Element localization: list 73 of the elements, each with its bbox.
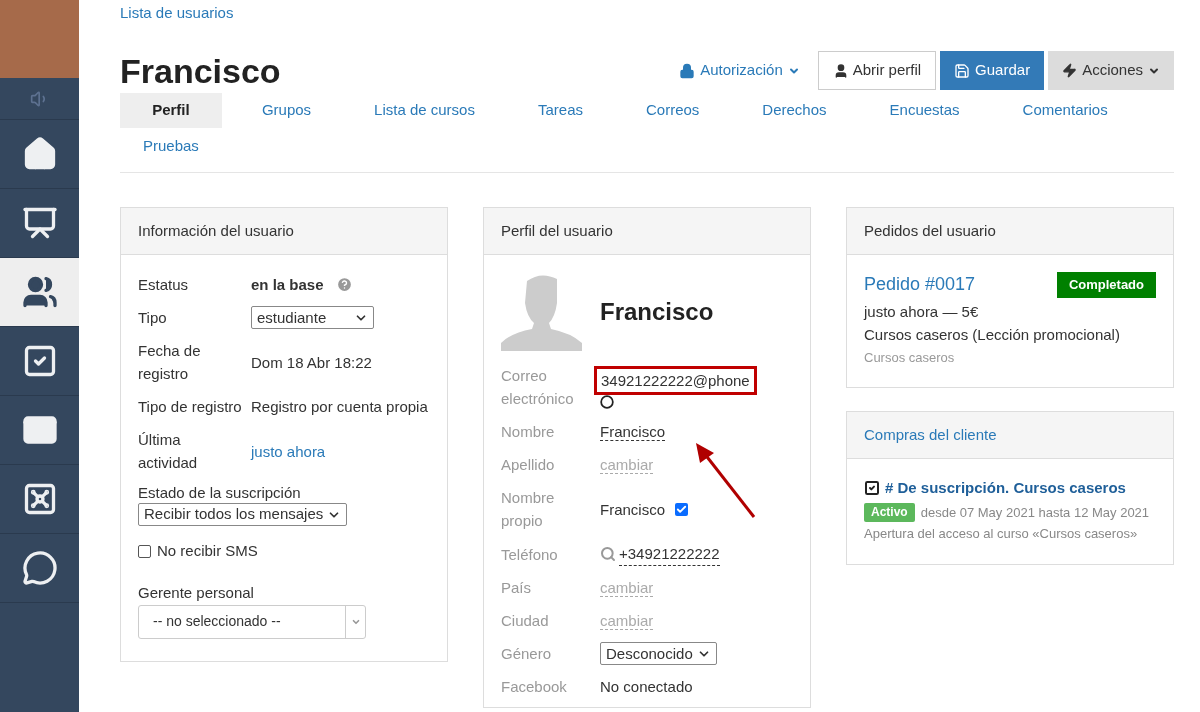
field-label: Estado de la suscripción [138,483,302,503]
type-select[interactable]: estudiante [251,306,374,329]
field-label: Nombre [501,422,556,442]
purchase-period: desde 07 May 2021 hasta 12 May 2021 [920,503,1150,522]
field-label: Estatus [138,275,190,295]
field-value: No conectado [600,678,693,695]
tab[interactable]: Encuestas [866,93,983,128]
tab[interactable]: Derechos [739,93,850,128]
search-icon[interactable] [600,546,616,562]
panel-title: Pedidos del usuario [864,220,996,241]
sidebar-item[interactable] [0,258,79,327]
field-value: Dom 18 Abr 18:22 [251,353,372,371]
profile-name: Francisco [600,297,714,327]
check-icon [676,503,688,515]
help-icon[interactable] [335,276,353,293]
tab[interactable]: Pruebas [120,129,222,164]
tab[interactable]: Comentarios [999,93,1131,128]
editable-value[interactable]: Francisco [600,423,666,441]
field-label: Apellido [501,455,556,475]
activity-link[interactable]: justo ahora [251,442,326,460]
field-value: Registro por cuenta propia [251,398,428,415]
field-value: Francisco [600,499,666,520]
manager-select[interactable]: -- no seleccionado -- [138,604,366,639]
order-time: justo ahora — 5€ [864,302,980,322]
tab[interactable]: Lista de cursos [351,93,498,128]
authorization-dropdown[interactable]: Autorización [679,59,800,82]
users-icon [21,274,58,310]
gender-select[interactable]: Desconocido [600,642,717,665]
tab[interactable]: Correos [623,93,723,128]
tab[interactable]: Tareas [514,93,606,128]
field-label: Teléfono [501,544,559,565]
panel-title: Información del usuario [138,220,294,241]
field-label: Ciudad [501,611,550,631]
order-product: Cursos caseros (Lección promocional) [864,325,1121,345]
phone-value[interactable]: +34921222222 [619,542,720,566]
field-label: Tipo [138,308,168,328]
page-title: Francisco [120,53,281,88]
checkbox-label: No recibir SMS [157,541,258,561]
tab[interactable]: Grupos [238,93,335,128]
circle-icon [600,394,614,409]
field-label: Facebook [501,677,568,697]
lightning-icon [1062,63,1078,78]
subscription-select[interactable]: Recibir todos los mensajes [138,503,348,526]
save-icon [954,62,971,79]
status-value: en la base [251,275,324,295]
checkbox[interactable] [138,544,151,558]
status-badge: Completado [1056,271,1156,298]
field-label: Género [501,644,553,664]
breadcrumb-link[interactable]: Lista de usuarios [120,4,1174,22]
panel-title: Compras del cliente [864,424,997,445]
email-value: 34921222222@phone [594,365,757,395]
order-link[interactable]: Pedido #0017 [864,271,976,298]
field-label: Nombre propio [501,488,556,531]
field-label: Fecha de registro [138,341,202,384]
purchase-note: Apertura del acceso al curso «Cursos caseros» [864,525,1139,543]
lock-icon [679,62,696,79]
save-button[interactable]: Guardar [940,51,1045,90]
tab[interactable]: Perfil [120,93,222,128]
field-label: Tipo de registro [138,397,243,417]
field-label: Última actividad [138,430,199,473]
purchase-link[interactable]: # De suscripción. Cursos caseros [885,477,1126,500]
open-profile-button[interactable]: Abrir perfil [817,51,937,90]
field-label: Gerente personal [138,582,255,603]
panel-title: Perfil del usuario [501,220,613,241]
order-group: Cursos caseros [864,346,1156,369]
actions-dropdown[interactable]: Acciones [1048,51,1174,90]
field-label: País [501,578,532,598]
field-label: Correo electrónico [501,366,575,409]
chat-icon [21,550,58,586]
checkbox-icon [864,480,880,497]
status-badge: Activo [864,502,915,522]
checkbox[interactable] [675,502,689,516]
chart-board-icon [21,205,58,241]
